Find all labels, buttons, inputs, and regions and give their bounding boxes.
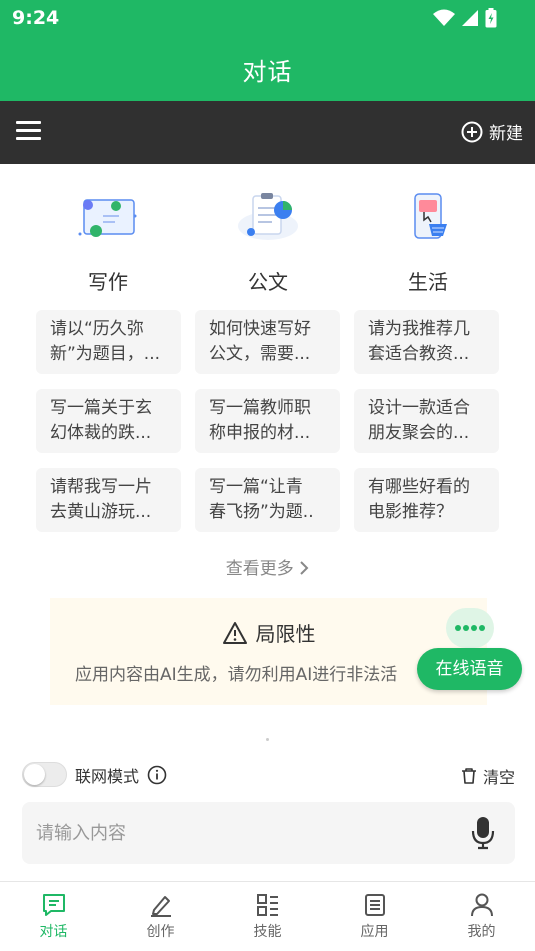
page-title: 对话 [242, 58, 293, 86]
prompt-text: 春飞扬”为题.. [209, 502, 314, 522]
clear-label: 清空 [482, 768, 515, 787]
toolbar: 新建 [0, 101, 535, 164]
pencil-icon [150, 896, 171, 917]
user-icon [470, 893, 493, 917]
nav-label: 应用 [360, 924, 389, 940]
status-bar: 9:24 [0, 0, 535, 36]
chat-icon [42, 894, 65, 916]
prompt-row: 写一篇关于玄 幻体裁的跌... 写一篇教师职 称申报的材... 设计一款适合 朋友聚会… [36, 389, 502, 453]
limitation-text: 应用内容由AI生成，请勿利用AI进行非法活 [75, 665, 398, 685]
status-time: 9:24 [12, 7, 60, 29]
nav-label: 对话 [39, 924, 68, 940]
writing-icon [78, 199, 137, 237]
prompt-card[interactable]: 写一篇关于玄 幻体裁的跌... [36, 389, 181, 453]
category-label: 生活 [408, 270, 448, 294]
chat-input-box [22, 802, 515, 864]
limitation-title: 局限性 [50, 618, 487, 647]
prompt-text: 写一篇“让青 [209, 477, 303, 497]
nav-me[interactable]: 我的 [428, 882, 535, 951]
prompt-card[interactable]: 有哪些好看的 电影推荐？ [354, 468, 499, 532]
nav-label: 技能 [253, 924, 282, 940]
nav-label: 我的 [467, 924, 496, 940]
nav-label: 创作 [146, 924, 175, 940]
trash-icon [461, 768, 476, 784]
prompt-card[interactable]: 写一篇教师职 称申报的材... [195, 389, 340, 453]
info-icon[interactable] [147, 765, 167, 785]
chat-input[interactable] [36, 802, 456, 864]
prompt-text: 电影推荐？ [368, 502, 453, 522]
category-life[interactable]: 生活 [348, 186, 508, 295]
prompt-text: 写一篇教师职 [209, 398, 311, 418]
prompt-text: 请帮我写一片 [50, 477, 152, 497]
prompt-text: 写一篇关于玄 [50, 398, 152, 418]
clear-button[interactable]: 清空 [460, 764, 515, 788]
see-more-link[interactable]: 查看更多 [0, 554, 535, 579]
prompt-text: 去黄山游玩... [50, 502, 152, 522]
status-icons [433, 8, 497, 28]
network-mode-row: 联网模式 [22, 762, 167, 787]
network-mode-label: 联网模式 [75, 766, 140, 786]
prompt-text: 有哪些好看的 [368, 477, 470, 497]
prompt-text: 幻体裁的跌... [50, 423, 152, 443]
prompt-text: 公文，需要... [209, 344, 311, 364]
category-label: 公文 [248, 270, 288, 294]
prompt-card[interactable]: 设计一款适合 朋友聚会的... [354, 389, 499, 453]
prompt-card[interactable]: 请以“历久弥 新”为题目，... [36, 310, 181, 374]
wifi-icon [433, 9, 455, 26]
network-toggle[interactable] [22, 762, 67, 787]
page-indicator [266, 738, 269, 741]
prompt-row: 请以“历久弥 新”为题目，... 如何快速写好 公文，需要... 请为我推荐几 套适合… [36, 310, 502, 374]
prompt-text: 称申报的材... [209, 423, 311, 443]
plus-circle-icon [461, 121, 483, 142]
category-list: 写作 公文 生活 [28, 186, 508, 295]
prompt-text: 请为我推荐几 [368, 319, 470, 339]
prompt-card[interactable]: 请为我推荐几 套适合教资... [354, 310, 499, 374]
nav-skills[interactable]: 技能 [214, 882, 321, 951]
prompt-row: 请帮我写一片 去黄山游玩... 写一篇“让青 春飞扬”为题.. 有哪些好看的 电影推荐… [36, 468, 502, 532]
prompt-text: 如何快速写好 [209, 319, 311, 339]
prompt-text: 请以“历久弥 [50, 319, 144, 339]
prompt-card[interactable]: 如何快速写好 公文，需要... [195, 310, 340, 374]
prompt-card[interactable]: 请帮我写一片 去黄山游玩... [36, 468, 181, 532]
microphone-icon[interactable] [471, 816, 495, 850]
see-more-label: 查看更多 [225, 559, 294, 579]
online-voice-button[interactable]: 在线语音 [417, 648, 522, 690]
new-chat-label: 新建 [489, 124, 523, 144]
prompt-text: 新”为题目，... [50, 344, 161, 364]
signal-icon [462, 10, 478, 26]
prompt-grid: 请以“历久弥 新”为题目，... 如何快速写好 公文，需要... 请为我推荐几 套适合… [36, 310, 502, 547]
nav-create[interactable]: 创作 [107, 882, 214, 951]
limitation-card: 局限性 应用内容由AI生成，请勿利用AI进行非法活 [50, 598, 487, 705]
voice-bubble[interactable] [446, 608, 494, 648]
new-chat-button[interactable]: 新建 [461, 119, 523, 144]
prompt-card[interactable]: 写一篇“让青 春飞扬”为题.. [195, 468, 340, 532]
prompt-text: 设计一款适合 [368, 398, 470, 418]
warning-icon [222, 621, 247, 644]
title-bar: 对话 [0, 36, 535, 101]
document-icon [238, 193, 298, 240]
nav-apps[interactable]: 应用 [321, 882, 428, 951]
shopping-icon [414, 193, 447, 239]
limitation-title-text: 局限性 [255, 622, 316, 646]
category-label: 写作 [88, 270, 128, 294]
prompt-text: 朋友聚会的... [368, 423, 470, 443]
list-document-icon [364, 894, 385, 916]
chevron-right-icon [300, 561, 309, 575]
bottom-nav: 对话 创作 技能 应用 我的 [0, 881, 535, 951]
nav-chat[interactable]: 对话 [0, 882, 107, 951]
category-document[interactable]: 公文 [188, 186, 348, 295]
battery-icon [485, 8, 497, 28]
prompt-text: 套适合教资... [368, 344, 470, 364]
menu-icon[interactable] [16, 121, 42, 143]
category-writing[interactable]: 写作 [28, 186, 188, 295]
grid-list-icon [256, 894, 278, 916]
